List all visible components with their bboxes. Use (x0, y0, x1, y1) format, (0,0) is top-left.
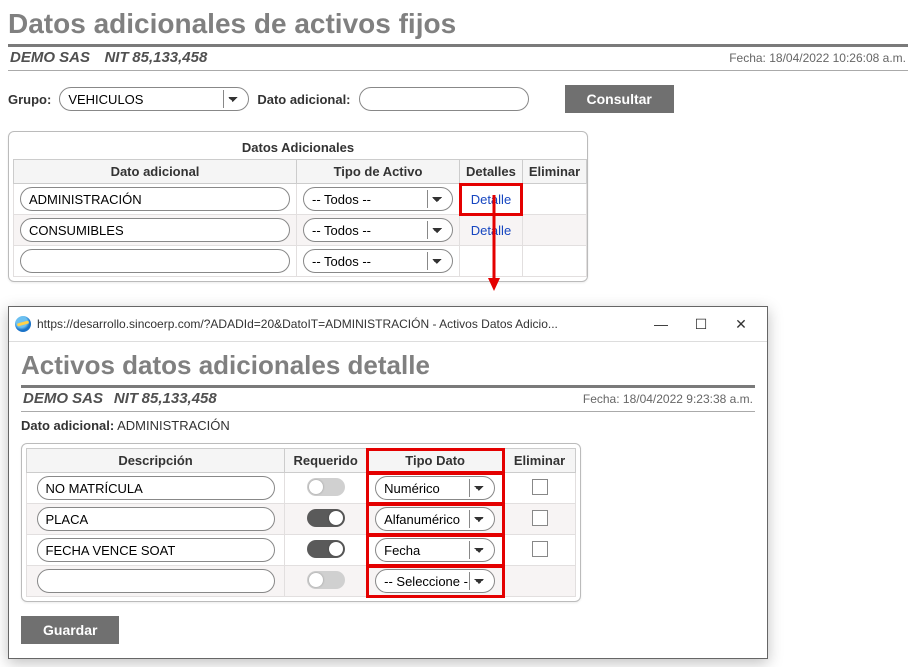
col-eliminar: Eliminar (522, 160, 586, 184)
minimize-button[interactable]: — (641, 311, 681, 337)
eliminar-checkbox[interactable] (532, 541, 548, 557)
desc-input[interactable] (37, 538, 275, 562)
nit-label: NIT (104, 49, 128, 66)
desc-input[interactable] (37, 476, 275, 500)
table-row: Fecha (27, 535, 576, 566)
grupo-select[interactable]: VEHICULOS (59, 87, 249, 111)
divider (21, 411, 755, 412)
table-row: -- Todos -- (14, 246, 587, 277)
dato-adicional-input[interactable] (359, 87, 529, 111)
timestamp-value: 18/04/2022 10:26:08 a.m. (769, 51, 906, 65)
window-url: https://desarrollo.sincoerp.com/?ADADId=… (37, 317, 641, 331)
popup-dato-label: Dato adicional: (21, 418, 114, 433)
tipo-dato-select[interactable]: Alfanumérico (375, 507, 495, 531)
requerido-toggle[interactable] (307, 571, 345, 589)
dato-input[interactable] (20, 249, 290, 273)
col-dato: Dato adicional (14, 160, 297, 184)
page-title: Datos adicionales de activos fijos (8, 8, 908, 40)
eliminar-checkbox[interactable] (532, 479, 548, 495)
detail-table: Descripción Requerido Tipo Dato Eliminar… (26, 448, 576, 597)
col-tipo: Tipo de Activo (297, 160, 460, 184)
tipo-dato-select[interactable]: -- Seleccione -- (375, 569, 495, 593)
col-tipo-dato: Tipo Dato (367, 449, 504, 473)
window-titlebar: https://desarrollo.sincoerp.com/?ADADId=… (9, 307, 767, 342)
requerido-toggle[interactable] (307, 509, 345, 527)
requerido-toggle[interactable] (307, 478, 345, 496)
col-detalles: Detalles (460, 160, 523, 184)
ie-icon (15, 316, 31, 332)
divider (21, 385, 755, 388)
tipo-select[interactable]: -- Todos -- (303, 218, 453, 242)
nit-value: 85,133,458 (132, 49, 207, 66)
eliminar-checkbox[interactable] (532, 510, 548, 526)
col-elim: Eliminar (504, 449, 576, 473)
popup-timestamp: 18/04/2022 9:23:38 a.m. (623, 392, 753, 406)
table-row: -- Todos -- Detalle (14, 184, 587, 215)
popup-timestamp-label: Fecha: (583, 392, 620, 406)
dato-adicional-label: Dato adicional: (257, 92, 350, 107)
desc-input[interactable] (37, 569, 275, 593)
consultar-button[interactable]: Consultar (565, 85, 674, 113)
dato-input[interactable] (20, 218, 290, 242)
col-desc: Descripción (27, 449, 285, 473)
table-row: -- Todos -- Detalle (14, 215, 587, 246)
requerido-toggle[interactable] (307, 540, 345, 558)
table-row: Alfanumérico (27, 504, 576, 535)
divider (8, 44, 908, 47)
detalle-link[interactable]: Detalle (471, 223, 511, 238)
guardar-button[interactable]: Guardar (21, 616, 119, 644)
timestamp-label: Fecha: (729, 51, 766, 65)
company-name: DEMO SAS (10, 49, 90, 66)
tipo-select[interactable]: -- Todos -- (303, 187, 453, 211)
popup-company: DEMO SAS (23, 390, 103, 407)
maximize-button[interactable]: ☐ (681, 311, 721, 337)
datos-adicionales-panel: Datos Adicionales Dato adicional Tipo de… (8, 131, 588, 282)
popup-dato-value: ADMINISTRACIÓN (117, 418, 230, 433)
desc-input[interactable] (37, 507, 275, 531)
table-row: -- Seleccione -- (27, 566, 576, 597)
close-button[interactable]: ✕ (721, 311, 761, 337)
panel-title: Datos Adicionales (13, 136, 583, 159)
detail-popup-window: https://desarrollo.sincoerp.com/?ADADId=… (8, 306, 768, 659)
col-req: Requerido (285, 449, 367, 473)
popup-title: Activos datos adicionales detalle (21, 350, 755, 381)
grupo-label: Grupo: (8, 92, 51, 107)
tipo-dato-select[interactable]: Numérico (375, 476, 495, 500)
datos-adicionales-table: Dato adicional Tipo de Activo Detalles E… (13, 159, 587, 277)
detalle-link[interactable]: Detalle (471, 192, 511, 207)
tipo-dato-select[interactable]: Fecha (375, 538, 495, 562)
table-row: Numérico (27, 473, 576, 504)
popup-nit-label: NIT (114, 390, 138, 407)
divider (8, 70, 908, 71)
dato-input[interactable] (20, 187, 290, 211)
tipo-select[interactable]: -- Todos -- (303, 249, 453, 273)
popup-nit: 85,133,458 (142, 390, 217, 407)
detail-table-panel: Descripción Requerido Tipo Dato Eliminar… (21, 443, 581, 602)
